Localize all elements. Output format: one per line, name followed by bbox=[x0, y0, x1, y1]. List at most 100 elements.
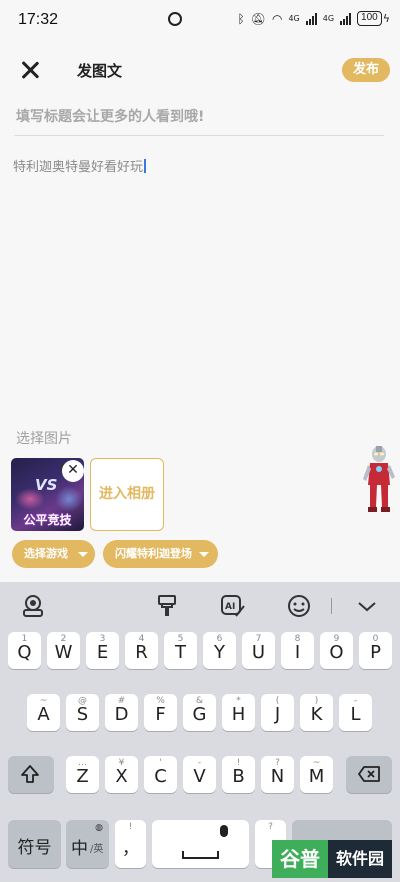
key-v[interactable]: -V bbox=[183, 756, 216, 793]
key-q[interactable]: 1Q bbox=[8, 632, 41, 669]
key-u[interactable]: 7U bbox=[242, 632, 275, 669]
key-r[interactable]: 4R bbox=[125, 632, 158, 669]
key-label: T bbox=[175, 642, 186, 663]
key-i[interactable]: 8I bbox=[281, 632, 314, 669]
key-label: E bbox=[96, 642, 109, 663]
signal-bars-1-icon bbox=[305, 12, 317, 25]
key-e[interactable]: 3E bbox=[86, 632, 119, 669]
status-icons: ᛒ 🔕︎ ◠ 4G 4G 100 ϟ bbox=[238, 11, 390, 26]
status-bar: 17:32 ᛒ 🔕︎ ◠ 4G 4G 100 ϟ bbox=[0, 0, 400, 40]
key-label: Q bbox=[17, 642, 32, 663]
key-n[interactable]: ? N bbox=[261, 756, 294, 793]
key-a[interactable]: ~ A bbox=[27, 694, 60, 731]
battery-level: 100 bbox=[357, 11, 382, 26]
title-input[interactable]: 填写标题会让更多的人看到哦! bbox=[16, 106, 384, 126]
key-d[interactable]: # D bbox=[105, 694, 138, 731]
battery-icon: 100 ϟ bbox=[357, 11, 390, 26]
key-label: J bbox=[274, 704, 281, 725]
key-label: C bbox=[154, 766, 167, 787]
publish-button[interactable]: 发布 bbox=[342, 58, 390, 82]
backspace-icon bbox=[358, 766, 380, 782]
key-z[interactable]: … Z bbox=[66, 756, 99, 793]
key-h[interactable]: * H bbox=[222, 694, 255, 731]
text-cursor bbox=[144, 159, 146, 173]
title-divider bbox=[14, 135, 384, 136]
select-game-dropdown[interactable]: 选择游戏 bbox=[12, 540, 95, 568]
key-label: O bbox=[329, 642, 344, 663]
key-label: L bbox=[350, 704, 361, 725]
key-o[interactable]: 9O bbox=[320, 632, 353, 669]
backspace-key[interactable] bbox=[346, 756, 392, 793]
key-t[interactable]: 5T bbox=[164, 632, 197, 669]
key-label: G bbox=[192, 704, 207, 725]
key-w[interactable]: 2W bbox=[47, 632, 80, 669]
keyboard-settings-icon[interactable] bbox=[20, 594, 46, 618]
key-label: A bbox=[37, 704, 50, 725]
key-label: X bbox=[115, 766, 128, 787]
select-images-label: 选择图片 bbox=[16, 431, 72, 447]
body-text-input[interactable]: 特利迦奥特曼好看好玩 bbox=[13, 156, 146, 175]
key-k[interactable]: ) K bbox=[300, 694, 333, 731]
signal-label-2: 4G bbox=[322, 14, 335, 23]
key-label: P bbox=[370, 642, 381, 663]
key-g[interactable]: & G bbox=[183, 694, 216, 731]
key-label: F bbox=[155, 704, 166, 725]
symbols-label: 符号 bbox=[17, 838, 52, 858]
key-label: N bbox=[270, 766, 285, 787]
shift-key[interactable] bbox=[8, 756, 54, 793]
ultraman-mascot-icon[interactable] bbox=[362, 443, 396, 513]
thumbnail-caption: 公平竞技 bbox=[23, 513, 72, 527]
language-switch-key[interactable]: ◍ 中 /英 bbox=[66, 820, 109, 868]
select-topic-label: 闪耀特利迦登场 bbox=[115, 547, 192, 560]
alarm-icon bbox=[168, 12, 182, 26]
toolbar-separator bbox=[331, 598, 332, 614]
thumbnail-art-2 bbox=[55, 486, 83, 512]
close-icon[interactable] bbox=[18, 58, 42, 82]
svg-text:AI: AI bbox=[225, 602, 235, 612]
select-topic-dropdown[interactable]: 闪耀特利迦登场 bbox=[103, 540, 218, 568]
watermark-logo: 谷普 软件园 bbox=[272, 840, 392, 878]
space-bar-icon bbox=[182, 851, 219, 859]
space-key[interactable] bbox=[152, 820, 249, 868]
keyboard: AI 1Q 2W 3E 4R 5T 6Y 7U 8I 9O 0P ~ A @ S #… bbox=[0, 582, 400, 882]
key-j[interactable]: (J bbox=[261, 694, 294, 731]
key-b[interactable]: ! B bbox=[222, 756, 255, 793]
key-label: M bbox=[308, 766, 325, 787]
watermark-part2: 软件园 bbox=[328, 840, 392, 878]
bluetooth-icon: ᛒ bbox=[237, 11, 245, 26]
symbols-key[interactable]: 符号 bbox=[8, 820, 61, 868]
key-s[interactable]: @ S bbox=[66, 694, 99, 731]
key-x[interactable]: ¥ X bbox=[105, 756, 138, 793]
key-label: B bbox=[232, 766, 245, 787]
thumbnail-vs-text: VS bbox=[35, 476, 58, 494]
remove-image-icon[interactable]: ✕ bbox=[62, 460, 84, 482]
signal-label-1: 4G bbox=[288, 14, 300, 23]
status-time: 17:32 bbox=[18, 11, 59, 28]
open-album-button[interactable]: 进入相册 bbox=[90, 458, 164, 531]
globe-icon: ◍ bbox=[95, 823, 103, 833]
key-f[interactable]: % F bbox=[144, 694, 177, 731]
shift-icon bbox=[21, 765, 39, 783]
emoji-icon[interactable] bbox=[286, 594, 312, 618]
key-label: Z bbox=[76, 766, 89, 787]
lang-sub-label: /英 bbox=[90, 844, 104, 855]
body-text-value: 特利迦奥特曼好看好玩 bbox=[13, 160, 144, 175]
key-label: W bbox=[54, 642, 73, 663]
period-sub: ? bbox=[268, 822, 273, 832]
chevron-down-icon bbox=[199, 552, 209, 557]
key-m[interactable]: ~ M bbox=[300, 756, 333, 793]
key-label: D bbox=[114, 704, 129, 725]
key-y[interactable]: 6Y bbox=[203, 632, 236, 669]
ai-writing-icon[interactable]: AI bbox=[220, 594, 246, 618]
key-l[interactable]: -L bbox=[339, 694, 372, 731]
collapse-keyboard-icon[interactable] bbox=[356, 594, 378, 618]
select-game-label: 选择游戏 bbox=[24, 547, 68, 560]
key-p[interactable]: 0P bbox=[359, 632, 392, 669]
mute-bell-icon: 🔕︎ bbox=[250, 11, 266, 26]
chevron-down-icon bbox=[78, 552, 88, 557]
brush-icon[interactable] bbox=[156, 594, 178, 618]
charging-icon: ϟ bbox=[382, 12, 390, 25]
key-c[interactable]: ' C bbox=[144, 756, 177, 793]
key-label: S bbox=[76, 704, 89, 725]
comma-key[interactable]: !， bbox=[115, 820, 146, 868]
